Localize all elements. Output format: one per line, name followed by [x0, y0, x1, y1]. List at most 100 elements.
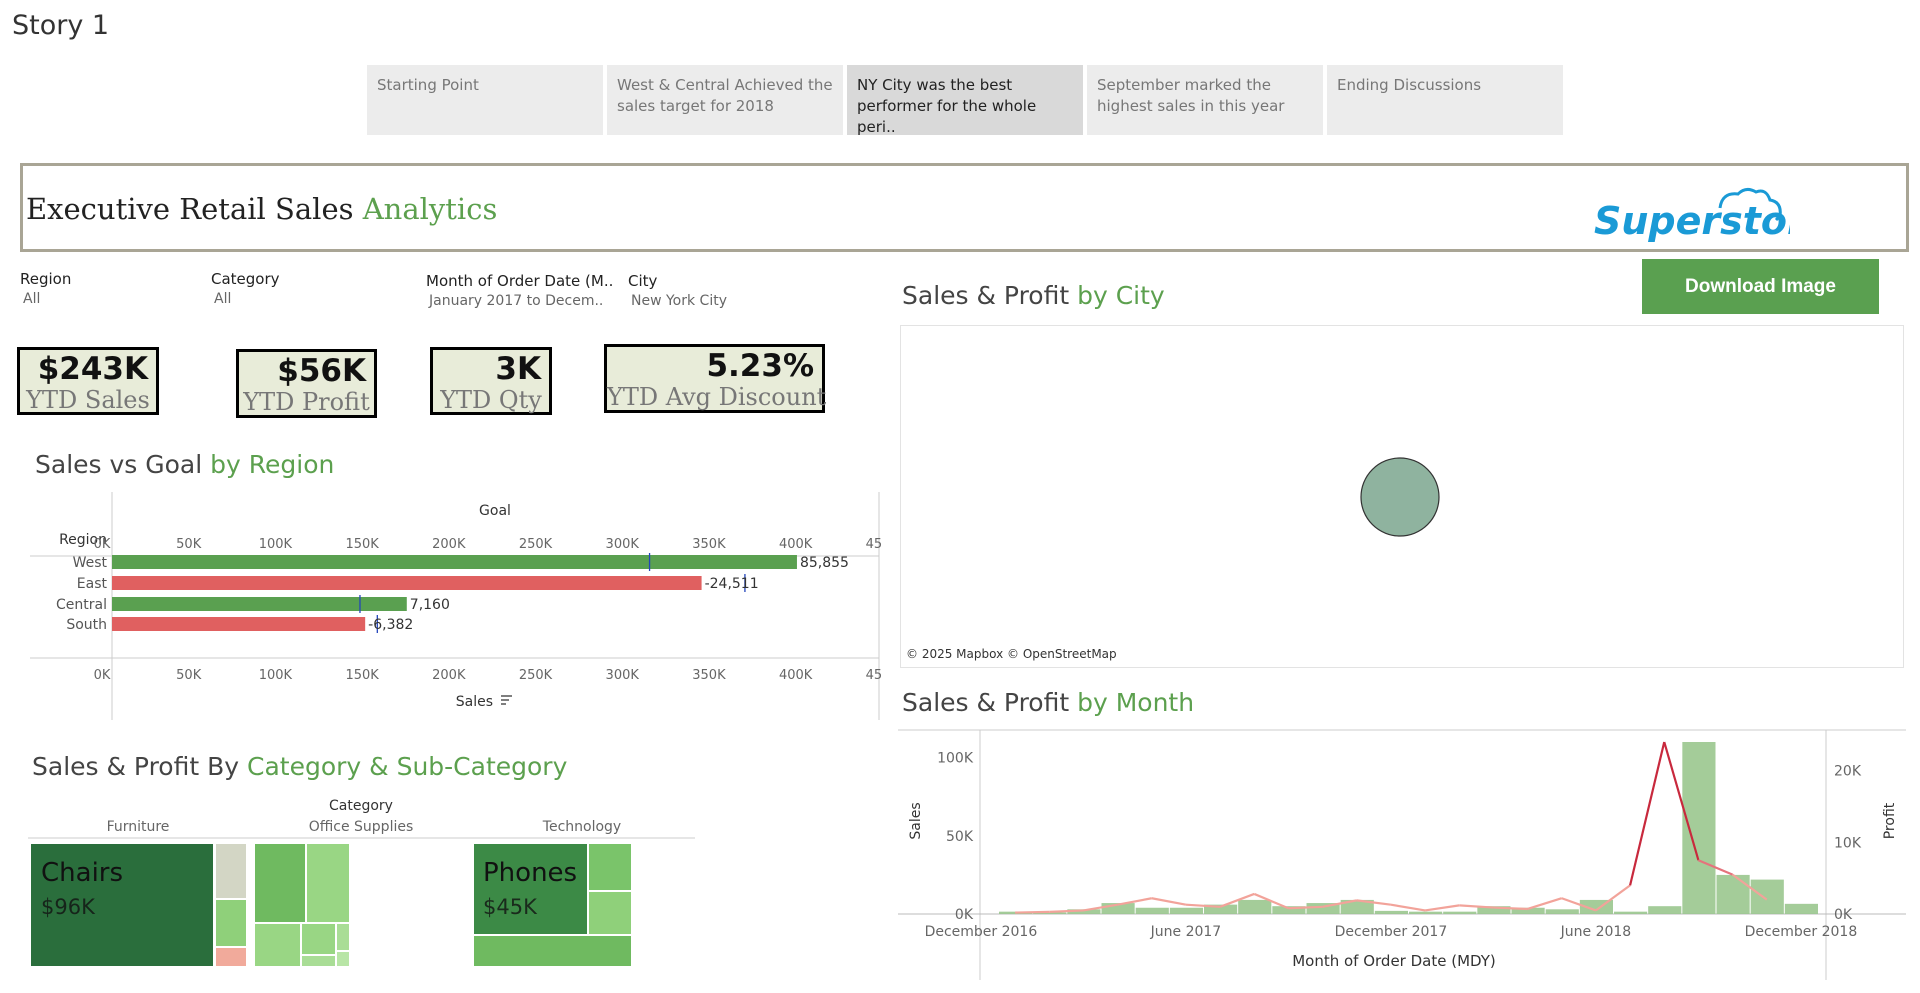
section-title-month-main: Sales & Profit [902, 688, 1078, 717]
sales-profit-month-chart: Sales Profit Month of Order Date (MDY) 0… [898, 729, 1906, 980]
filter-city-value[interactable]: New York City [628, 293, 727, 309]
month-sales-bar[interactable] [1135, 907, 1169, 914]
story-tab-ending-discussions[interactable]: Ending Discussions [1327, 65, 1563, 135]
month-profit-line-segment [1527, 897, 1563, 911]
treemap-cell-office-7[interactable] [337, 952, 349, 966]
treemap-category-header: Category [329, 798, 393, 814]
treemap-cell-tech-4[interactable] [474, 936, 631, 966]
region-top-tick-label: 350K [692, 537, 726, 552]
month-profit-line-segment [1288, 905, 1323, 910]
filter-month-value[interactable]: January 2017 to Decem.. [426, 293, 613, 309]
region-top-tick-label: 0K [94, 537, 111, 552]
month-right-tick-label: 10K [1834, 835, 1862, 851]
region-data-label: -24,511 [705, 576, 759, 592]
region-bottom-tick-label: 200K [432, 668, 466, 683]
superstore-logo: Superstore [1594, 187, 1790, 243]
treemap-cell-office-4[interactable] [302, 924, 335, 954]
story-tab-west-central[interactable]: West & Central Achieved the sales target… [607, 65, 843, 135]
filter-region-value[interactable]: All [20, 291, 71, 307]
region-bottom-tick-label: 50K [176, 668, 202, 683]
region-sales-bar[interactable] [112, 555, 797, 569]
month-profit-line-segment [1151, 897, 1187, 906]
section-title-region-main: Sales vs Goal [35, 450, 211, 479]
month-profit-line-segment [1117, 897, 1152, 906]
kpi-ytd-sales: $243K YTD Sales [17, 347, 159, 415]
month-profit-line-segment [1390, 903, 1426, 912]
filter-month[interactable]: Month of Order Date (M.. January 2017 to… [426, 272, 613, 309]
download-image-button[interactable]: Download Image [1642, 259, 1879, 314]
region-bottom-tick-label: 400K [779, 668, 813, 683]
month-sales-bar[interactable] [1409, 911, 1443, 914]
story-tab-ny-city[interactable]: NY City was the best performer for the w… [847, 65, 1083, 135]
region-top-tick-label: 50K [176, 537, 202, 552]
region-category-label: South [66, 617, 107, 633]
filter-category[interactable]: Category All [211, 270, 280, 307]
treemap-cell-tech-2[interactable] [589, 844, 631, 890]
month-sales-bar[interactable] [1648, 906, 1682, 914]
treemap-cell-tech-3[interactable] [589, 892, 631, 934]
map-credit: © 2025 Mapbox © OpenStreetMap [906, 647, 1117, 661]
region-bottom-tick-label: 350K [692, 668, 726, 683]
month-chart-xlabel: Month of Order Date (MDY) [1292, 952, 1496, 970]
region-bottom-tick-label: 250K [519, 668, 553, 683]
region-category-label: East [77, 576, 108, 592]
month-profit-line-segment [1424, 904, 1460, 912]
kpi-ytd-avg-discount: 5.23% YTD Avg Discount [604, 344, 826, 413]
region-top-tick-label: 450K [866, 537, 883, 552]
treemap-cell-office-1[interactable] [255, 844, 305, 922]
month-left-tick-label: 50K [946, 829, 974, 845]
treemap-cell-office-6[interactable] [302, 956, 335, 966]
section-title-region-accent: by Region [210, 450, 335, 479]
region-sales-bar[interactable] [112, 597, 407, 611]
month-sales-bar[interactable] [1614, 911, 1648, 914]
story-tab-september[interactable]: September marked the highest sales in th… [1087, 65, 1323, 135]
dashboard-title-accent: Analytics [362, 192, 498, 226]
region-top-tick-label: 100K [259, 537, 293, 552]
month-right-tick-label: 20K [1834, 764, 1862, 780]
story-tabs: Starting Point West & Central Achieved t… [367, 65, 1563, 135]
filter-month-label: Month of Order Date (M.. [426, 272, 614, 290]
month-sales-bar[interactable] [1784, 903, 1818, 914]
kpi-ytd-avg-discount-value: 5.23% [706, 348, 814, 384]
month-sales-bar[interactable] [1682, 742, 1716, 914]
month-sales-bar[interactable] [1374, 910, 1408, 914]
filter-region[interactable]: Region All [20, 270, 71, 307]
treemap-cell-office-5[interactable] [337, 924, 349, 950]
month-chart-ylabel-right: Profit [1882, 802, 1898, 839]
month-sales-bar[interactable] [1545, 909, 1579, 914]
treemap-cell-office-3[interactable] [255, 924, 300, 966]
month-sales-bar[interactable] [1238, 899, 1272, 914]
city-map-canvas [1360, 457, 1440, 537]
treemap-cell-furniture-2[interactable] [216, 844, 246, 898]
treemap-cell-office-2[interactable] [307, 844, 349, 922]
region-goal-axis-label: Goal [479, 503, 511, 519]
month-sales-bar[interactable] [1169, 907, 1203, 914]
month-sales-bar[interactable] [1750, 879, 1784, 914]
month-profit-line-segment [1459, 904, 1494, 909]
section-title-month-accent: by Month [1077, 688, 1195, 717]
map-marker-new-york-city[interactable] [1360, 457, 1440, 537]
region-sales-bar[interactable] [112, 576, 702, 590]
filter-category-value[interactable]: All [211, 291, 280, 307]
region-bottom-tick-label: 300K [606, 668, 640, 683]
month-left-tick-label: 0K [955, 907, 974, 923]
region-bottom-tick-label: 100K [259, 668, 293, 683]
kpi-ytd-sales-value: $243K [37, 351, 148, 387]
city-map[interactable] [900, 325, 1904, 668]
month-sales-bar[interactable] [1716, 874, 1750, 914]
month-sales-bar[interactable] [1443, 911, 1477, 914]
filter-city-label: City [628, 272, 658, 290]
treemap-label-furniture: Furniture [107, 819, 170, 835]
treemap-cell-furniture-3[interactable] [216, 900, 246, 946]
dashboard-title: Executive Retail Sales Analytics [26, 192, 497, 226]
filter-city[interactable]: City New York City [628, 272, 727, 309]
kpi-ytd-qty-value: 3K [495, 351, 541, 387]
section-title-city-main: Sales & Profit [902, 281, 1078, 310]
region-sales-axis-label: Sales [456, 694, 493, 710]
region-top-tick-label: 200K [432, 537, 466, 552]
region-sales-bar[interactable] [112, 617, 366, 631]
kpi-ytd-profit: $56K YTD Profit [236, 349, 377, 418]
story-tab-starting-point[interactable]: Starting Point [367, 65, 603, 135]
treemap-cell-furniture-4[interactable] [216, 948, 246, 966]
story-title: Story 1 [12, 10, 110, 41]
